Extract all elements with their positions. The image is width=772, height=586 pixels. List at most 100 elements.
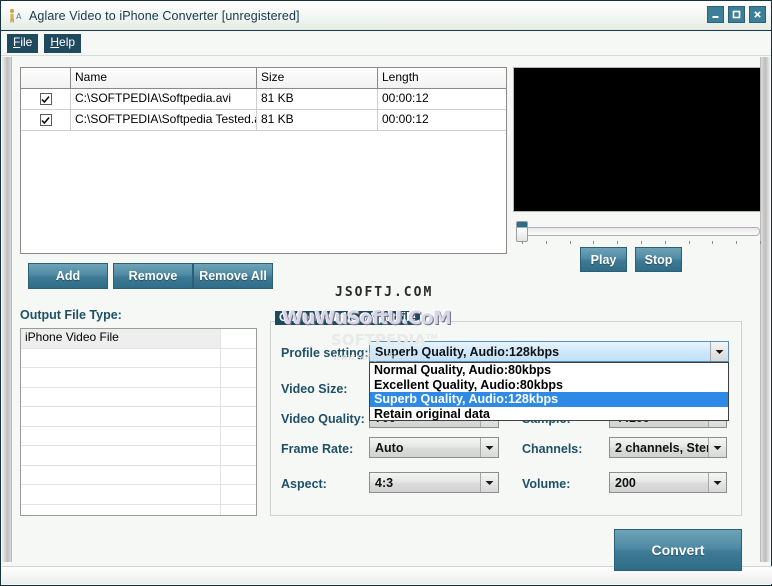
- column-header-check[interactable]: [21, 68, 71, 88]
- list-item[interactable]: [21, 407, 256, 427]
- list-item-label: [21, 485, 221, 504]
- list-item-label: [21, 446, 221, 465]
- cell-size: 81 KB: [257, 89, 378, 109]
- list-item-spacer: [221, 349, 256, 368]
- table-row[interactable]: C:\SOFTPEDIA\Softpedia Tested.avi 81 KB …: [21, 110, 506, 131]
- list-item-spacer: [221, 388, 256, 407]
- list-item-spacer: [221, 368, 256, 387]
- list-item-label: [21, 426, 221, 445]
- seek-tick: [641, 241, 642, 244]
- list-item-spacer: [221, 466, 256, 485]
- minimize-icon[interactable]: [707, 6, 724, 23]
- menu-item-file[interactable]: File: [7, 34, 39, 53]
- seek-tick: [688, 241, 690, 244]
- video-preview[interactable]: [513, 67, 761, 212]
- list-item[interactable]: [21, 504, 256, 515]
- list-item[interactable]: [21, 485, 256, 505]
- list-item[interactable]: [21, 426, 256, 446]
- frame-rate-combo[interactable]: Auto: [369, 437, 499, 458]
- list-item[interactable]: [21, 387, 256, 407]
- label-profile-setting: Profile setting:: [281, 346, 369, 360]
- application-window: A Aglare Video to iPhone Converter [unre…: [0, 0, 772, 586]
- window-title: Aglare Video to iPhone Converter [unregi…: [29, 8, 300, 23]
- seek-ticks: [522, 241, 762, 245]
- list-item[interactable]: [21, 446, 256, 466]
- menu-help-rest: elp: [59, 35, 76, 50]
- label-aspect: Aspect:: [281, 477, 327, 491]
- output-file-type-list[interactable]: iPhone Video File: [20, 328, 257, 516]
- seek-thumb[interactable]: [516, 221, 528, 242]
- label-video-size: Video Size:: [281, 382, 348, 396]
- list-item-label: [21, 387, 221, 406]
- seek-tick: [522, 241, 523, 244]
- dropdown-option[interactable]: Normal Quality, Audio:80kbps: [370, 363, 728, 378]
- profile-setting-combo[interactable]: Superb Quality, Audio:128kbps: [369, 341, 729, 362]
- stop-button[interactable]: Stop: [635, 247, 682, 272]
- column-header-size[interactable]: Size: [257, 68, 378, 88]
- menu-item-help[interactable]: Help: [44, 34, 82, 53]
- seek-slider[interactable]: [514, 221, 761, 245]
- dropdown-option[interactable]: Retain original data: [370, 407, 728, 422]
- jsoftj-watermark: JSOFTJ.COM: [335, 285, 434, 300]
- chevron-down-icon[interactable]: [708, 438, 726, 457]
- list-item-label: [21, 465, 221, 484]
- left-scrollbar[interactable]: [2, 57, 12, 562]
- list-item[interactable]: iPhone Video File: [21, 329, 256, 349]
- cell-length: 00:00:12: [382, 91, 429, 105]
- list-item-spacer: [221, 446, 256, 465]
- column-header-name[interactable]: Name: [71, 68, 257, 88]
- profile-setting-dropdown-list[interactable]: Normal Quality, Audio:80kbps Excellent Qu…: [369, 362, 729, 421]
- play-button[interactable]: Play: [580, 247, 627, 272]
- dropdown-option[interactable]: Excellent Quality, Audio:80kbps: [370, 378, 728, 393]
- close-icon[interactable]: [749, 6, 766, 23]
- file-list[interactable]: Name Size Length C:\SOFTPEDIA\Softpedia.…: [20, 67, 507, 254]
- channels-value: 2 channels, Ster: [615, 440, 708, 455]
- table-row[interactable]: C:\SOFTPEDIA\Softpedia.avi 81 KB 00:00:1…: [21, 89, 506, 110]
- menu-bar: File Help: [1, 32, 771, 56]
- volume-combo[interactable]: 200: [609, 472, 727, 493]
- aspect-combo[interactable]: 4:3: [369, 472, 499, 493]
- list-item-spacer: [221, 427, 256, 446]
- column-header-length[interactable]: Length: [378, 68, 506, 88]
- cell-name: C:\SOFTPEDIA\Softpedia.avi: [71, 89, 257, 109]
- menu-file-rest: ile: [20, 35, 33, 50]
- seek-tick: [664, 241, 666, 244]
- seek-track[interactable]: [522, 227, 760, 236]
- convert-button[interactable]: Convert: [614, 529, 742, 571]
- menu-help-accel: H: [50, 35, 60, 50]
- volume-value: 200: [615, 475, 636, 490]
- right-scrollbar[interactable]: [760, 57, 770, 562]
- remove-all-button[interactable]: Remove All: [193, 263, 273, 289]
- seek-tick: [760, 241, 761, 244]
- seek-tick: [545, 241, 547, 244]
- list-item[interactable]: [21, 348, 256, 368]
- checkbox-icon[interactable]: [39, 114, 52, 126]
- label-frame-rate: Frame Rate:: [281, 442, 354, 456]
- svg-text:A: A: [16, 12, 22, 21]
- maximize-icon[interactable]: [728, 6, 745, 23]
- chevron-down-icon[interactable]: [710, 342, 728, 361]
- app-person-icon: A: [7, 8, 23, 24]
- checkbox-icon[interactable]: [39, 93, 52, 105]
- list-item-spacer: [221, 407, 256, 426]
- remove-button[interactable]: Remove: [113, 263, 193, 289]
- chevron-down-icon[interactable]: [708, 473, 726, 492]
- seek-tick: [569, 241, 571, 244]
- seek-tick: [593, 241, 595, 244]
- chevron-down-icon[interactable]: [480, 473, 498, 492]
- row-checkbox-cell: [21, 89, 71, 109]
- dropdown-option[interactable]: Superb Quality, Audio:128kbps: [370, 392, 728, 407]
- list-item[interactable]: [21, 368, 256, 388]
- cell-length: 00:00:12: [382, 112, 429, 126]
- seek-tick: [617, 241, 619, 244]
- aspect-value: 4:3: [375, 475, 394, 490]
- label-volume: Volume:: [522, 477, 571, 491]
- add-button[interactable]: Add: [28, 263, 108, 289]
- frame-rate-value: Auto: [375, 440, 404, 455]
- channels-combo[interactable]: 2 channels, Ster: [609, 437, 727, 458]
- list-item-label: [21, 504, 221, 515]
- window-controls: [707, 6, 766, 23]
- list-item-spacer: [221, 485, 256, 504]
- list-item[interactable]: [21, 465, 256, 485]
- chevron-down-icon[interactable]: [480, 438, 498, 457]
